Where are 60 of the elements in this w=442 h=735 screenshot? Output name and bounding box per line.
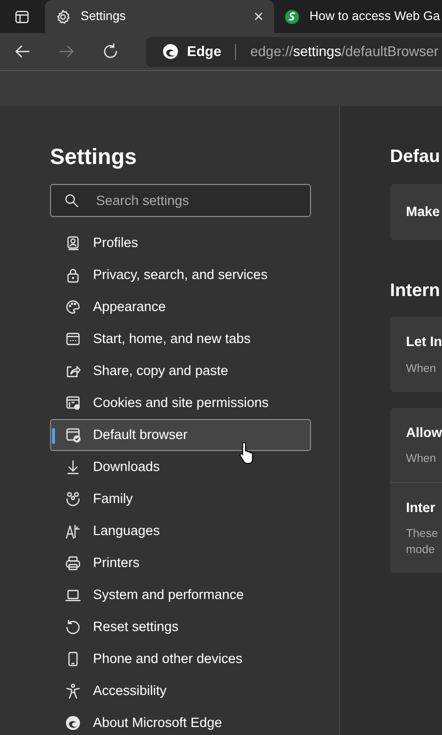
profile-icon: [65, 235, 81, 252]
new-tab-page-icon: [65, 331, 81, 348]
setting-description: When: [406, 362, 438, 377]
setting-description: When: [406, 452, 438, 467]
sidebar-item[interactable]: Profiles: [50, 227, 311, 260]
browser-tab[interactable]: How to access Web Ga: [274, 0, 442, 33]
sidebar-item[interactable]: Appearance: [50, 291, 311, 324]
sidebar-item[interactable]: Default browser: [50, 419, 311, 452]
settings-heading: Settings: [50, 144, 138, 170]
browser-tab[interactable]: Settings ×: [44, 0, 274, 33]
selection-indicator: [52, 428, 55, 444]
pointer-cursor-icon: [239, 441, 255, 465]
sidebar-item[interactable]: Share, copy and paste: [50, 355, 311, 388]
edge-logo-icon: [65, 715, 81, 732]
back-arrow-icon: [14, 43, 30, 60]
sidebar-item[interactable]: Languages: [50, 515, 311, 548]
setting-title: Make: [406, 202, 441, 221]
setting-description: mode: [406, 543, 436, 558]
download-icon: [65, 459, 81, 476]
setting-title: Allow: [406, 424, 442, 442]
palette-icon: [65, 299, 81, 316]
search-field[interactable]: Search settings: [50, 184, 311, 218]
setting-title: Let In: [406, 333, 442, 352]
sidebar-item[interactable]: Family: [50, 483, 311, 516]
sidebar-item[interactable]: Privacy, search, and services: [50, 259, 311, 292]
edge-logo-icon: [162, 43, 179, 60]
sidebar-item[interactable]: About Microsoft Edge: [50, 707, 311, 735]
sidebar-item[interactable]: System and performance: [50, 579, 311, 612]
search-icon: [64, 193, 79, 208]
tab-title: How to access Web Ga: [310, 8, 440, 26]
section-heading: Intern: [390, 280, 442, 302]
share-icon: [65, 363, 81, 380]
forward-arrow-icon: [58, 43, 74, 60]
sidebar-item[interactable]: Downloads: [50, 451, 311, 484]
setting-description: These: [406, 527, 439, 542]
sidebar-item[interactable]: Accessibility: [50, 675, 311, 708]
tab-actions-icon: [14, 8, 30, 24]
accessibility-icon: [65, 683, 81, 700]
section-heading: Defau: [390, 146, 442, 168]
site-logo-icon: [284, 8, 300, 24]
refresh-icon: [102, 43, 118, 60]
sidebar-item[interactable]: Start, home, and new tabs: [50, 323, 311, 356]
laptop-icon: [65, 587, 81, 604]
setting-title: Inter: [406, 498, 436, 517]
close-icon[interactable]: ×: [254, 8, 264, 25]
url-text[interactable]: edge://settings/defaultBrowser: [250, 41, 439, 62]
lock-icon: [65, 267, 81, 284]
sidebar-item[interactable]: Phone and other devices: [50, 643, 311, 676]
cookie-settings-icon: [65, 395, 81, 412]
gear-icon: [54, 8, 71, 24]
family-icon: [65, 491, 81, 508]
tab-title: Settings: [80, 8, 126, 26]
sidebar-item[interactable]: Cookies and site permissions: [50, 387, 311, 420]
sidebar-item[interactable]: Printers: [50, 547, 311, 580]
languages-icon: [65, 523, 81, 540]
printer-icon: [65, 555, 81, 572]
site-label: Edge: [187, 42, 222, 61]
sidebar-item[interactable]: Reset settings: [50, 611, 311, 644]
browser-check-icon: [65, 427, 81, 444]
reset-icon: [65, 619, 81, 636]
